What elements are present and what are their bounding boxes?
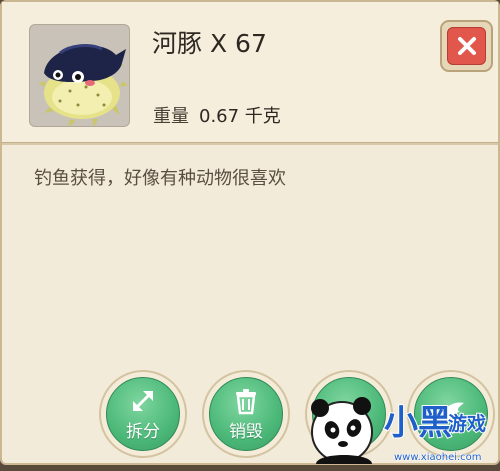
item-quantity: X 67 — [209, 29, 267, 58]
header-divider — [2, 142, 498, 145]
item-header: 河豚 X 67 重量 0.67 千克 — [2, 2, 498, 142]
split-label: 拆分 — [126, 421, 160, 442]
close-button[interactable] — [440, 20, 493, 72]
destroy-button[interactable]: 销毁 — [202, 370, 290, 458]
weight-value: 0.67 千克 — [199, 106, 281, 127]
item-detail-panel: 河豚 X 67 重量 0.67 千克 钓鱼获得，好像有种动物很喜欢 拆分 销毁 … — [0, 0, 500, 465]
split-button-face[interactable]: 拆分 — [106, 377, 180, 451]
watermark: 小黑 游戏 www.xiaohei.com — [302, 382, 500, 467]
trash-icon — [236, 388, 256, 414]
destroy-button-face[interactable]: 销毁 — [209, 377, 283, 451]
item-name: 河豚 — [152, 29, 203, 58]
close-button-face[interactable] — [447, 27, 486, 65]
item-thumbnail — [29, 24, 130, 127]
panda-logo: 小黑 游戏 www.xiaohei.com — [311, 397, 487, 464]
weight-label: 重量 — [153, 106, 189, 127]
item-description: 钓鱼获得，好像有种动物很喜欢 — [34, 168, 286, 189]
svg-text:小黑: 小黑 — [384, 403, 452, 443]
svg-text:www.xiaohei.com: www.xiaohei.com — [394, 452, 482, 463]
split-arrows-icon — [133, 390, 153, 411]
weight-row: 重量 0.67 千克 — [153, 102, 281, 128]
close-icon — [457, 37, 476, 55]
split-button[interactable]: 拆分 — [99, 370, 187, 458]
destroy-label: 销毁 — [229, 421, 263, 442]
item-title: 河豚 X 67 — [152, 24, 267, 60]
svg-text:游戏: 游戏 — [448, 412, 486, 435]
pufferfish-icon — [38, 44, 128, 126]
